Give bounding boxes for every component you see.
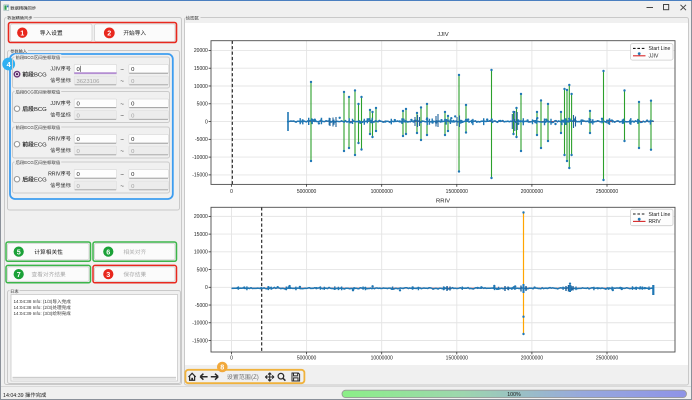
svg-text:~: ~: [120, 113, 124, 120]
svg-text:14:04:39 Info: (3/3): 14:04:39 Info: (3/3): [14, 311, 53, 316]
svg-text:14:04:39: 14:04:39: [3, 393, 24, 399]
svg-text:BCG: BCG: [34, 72, 47, 78]
svg-text:RRIV: RRIV: [48, 171, 61, 177]
svg-text:JJIV: JJIV: [50, 101, 61, 107]
svg-text:2: 2: [107, 29, 111, 38]
svg-text:BCG: BCG: [34, 107, 47, 113]
svg-text:RRIV: RRIV: [48, 136, 61, 142]
svg-text:20000000: 20000000: [521, 355, 543, 361]
svg-text:-5000: -5000: [195, 303, 208, 309]
svg-text:20000: 20000: [194, 214, 208, 220]
svg-text:3623106: 3623106: [77, 79, 101, 85]
svg-text:~: ~: [120, 78, 124, 85]
svg-text:10000000: 10000000: [371, 189, 393, 195]
svg-text:-5000: -5000: [195, 137, 208, 143]
svg-text:BCG: BCG: [24, 55, 34, 60]
svg-text:~: ~: [120, 137, 124, 144]
svg-text:7: 7: [17, 270, 21, 279]
svg-text:0: 0: [230, 189, 233, 195]
svg-text:RRIV: RRIV: [436, 199, 450, 205]
svg-text:~: ~: [120, 148, 124, 155]
svg-text:ECG: ECG: [24, 160, 34, 165]
svg-text:RRIV: RRIV: [649, 219, 662, 225]
svg-text:14:04:38 Info: (1/3): 14:04:38 Info: (1/3): [14, 299, 53, 304]
svg-text:15000: 15000: [194, 66, 208, 72]
svg-text:10000: 10000: [194, 250, 208, 256]
svg-text:0: 0: [205, 119, 208, 125]
svg-text:5000000: 5000000: [297, 355, 317, 361]
svg-text:-15000: -15000: [192, 338, 208, 344]
svg-text:BCG: BCG: [24, 90, 34, 95]
svg-text:ECG: ECG: [24, 125, 34, 130]
svg-text:8: 8: [220, 363, 224, 372]
svg-text:JJIV: JJIV: [649, 54, 660, 60]
svg-text:JJIV: JJIV: [437, 32, 449, 38]
svg-text:Start Line: Start Line: [649, 212, 671, 218]
svg-text:ECG: ECG: [34, 177, 47, 183]
svg-text:10000000: 10000000: [371, 355, 393, 361]
svg-text:6: 6: [106, 247, 110, 256]
svg-text:5000000: 5000000: [297, 189, 317, 195]
svg-text:5000: 5000: [197, 267, 208, 273]
svg-text:-10000: -10000: [192, 321, 208, 327]
svg-text:3: 3: [106, 270, 110, 279]
svg-text:5000: 5000: [197, 102, 208, 108]
svg-text:~: ~: [120, 67, 124, 74]
svg-text:0: 0: [230, 355, 233, 361]
svg-text:0: 0: [205, 285, 208, 291]
svg-text:15000: 15000: [194, 232, 208, 238]
svg-text:~: ~: [120, 172, 124, 179]
svg-text:20000000: 20000000: [521, 189, 543, 195]
svg-text:1: 1: [20, 28, 24, 37]
svg-text:5: 5: [17, 247, 21, 256]
svg-text:(Z): (Z): [251, 375, 259, 381]
svg-text:-10000: -10000: [192, 155, 208, 161]
svg-text:100%: 100%: [507, 392, 521, 398]
svg-text:-15000: -15000: [192, 173, 208, 179]
svg-text:15000000: 15000000: [446, 355, 468, 361]
svg-text:Start Line: Start Line: [649, 46, 671, 52]
svg-text:14:04:38 Info: (2/3): 14:04:38 Info: (2/3): [14, 305, 53, 310]
svg-text:ECG: ECG: [34, 142, 47, 148]
svg-text:25000000: 25000000: [596, 189, 618, 195]
svg-text:~: ~: [120, 101, 124, 108]
svg-text:20000: 20000: [194, 48, 208, 54]
svg-text:10000: 10000: [194, 84, 208, 90]
svg-text:25000000: 25000000: [596, 355, 618, 361]
svg-text:~: ~: [120, 183, 124, 190]
svg-text:15000000: 15000000: [446, 189, 468, 195]
svg-text:JJIV: JJIV: [50, 66, 61, 72]
